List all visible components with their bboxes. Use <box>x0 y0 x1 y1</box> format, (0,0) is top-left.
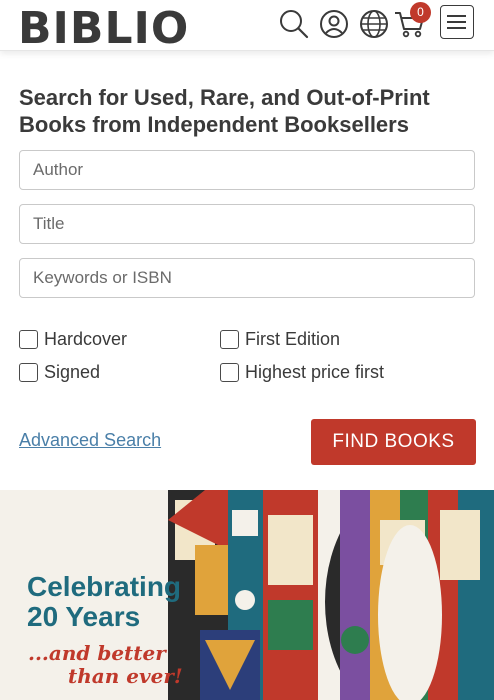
author-input[interactable] <box>19 150 475 190</box>
signed-option[interactable]: Signed <box>19 362 100 383</box>
site-logo[interactable]: BIBLIO <box>18 3 189 54</box>
signed-label: Signed <box>44 362 101 382</box>
banner-subtitle-line1: ...and better <box>28 641 166 665</box>
first-edition-checkbox[interactable] <box>220 330 239 349</box>
anniversary-banner[interactable]: Celebrating 20 Years ...and better than … <box>0 490 494 700</box>
banner-title-line1: Celebrating <box>27 571 182 602</box>
highest-price-checkbox[interactable] <box>220 363 239 382</box>
find-books-button[interactable]: FIND BOOKS <box>311 419 476 465</box>
first-edition-label: First Edition <box>245 329 341 349</box>
hardcover-label: Hardcover <box>44 329 128 349</box>
hardcover-option[interactable]: Hardcover <box>19 329 127 350</box>
globe-icon[interactable] <box>358 6 390 42</box>
title-input[interactable] <box>19 204 475 244</box>
search-icon[interactable] <box>278 6 310 42</box>
banner-subtitle-line2: than ever! <box>68 664 183 688</box>
menu-icon <box>447 15 466 17</box>
advanced-search-link[interactable]: Advanced Search <box>19 430 161 451</box>
signed-checkbox[interactable] <box>19 363 38 382</box>
cart-count-badge: 0 <box>410 2 431 23</box>
banner-title: Celebrating 20 Years <box>27 572 181 632</box>
search-heading: Search for Used, Rare, and Out-of-Print … <box>19 85 430 137</box>
hardcover-checkbox[interactable] <box>19 330 38 349</box>
menu-button[interactable] <box>440 5 474 39</box>
first-edition-option[interactable]: First Edition <box>220 329 340 350</box>
keywords-input[interactable] <box>19 258 475 298</box>
banner-title-line2: 20 Years <box>27 601 141 632</box>
account-icon[interactable] <box>318 6 350 42</box>
highest-price-option[interactable]: Highest price first <box>220 362 384 383</box>
site-header: BIBLIO 0 <box>0 0 494 54</box>
highest-price-label: Highest price first <box>245 362 385 382</box>
